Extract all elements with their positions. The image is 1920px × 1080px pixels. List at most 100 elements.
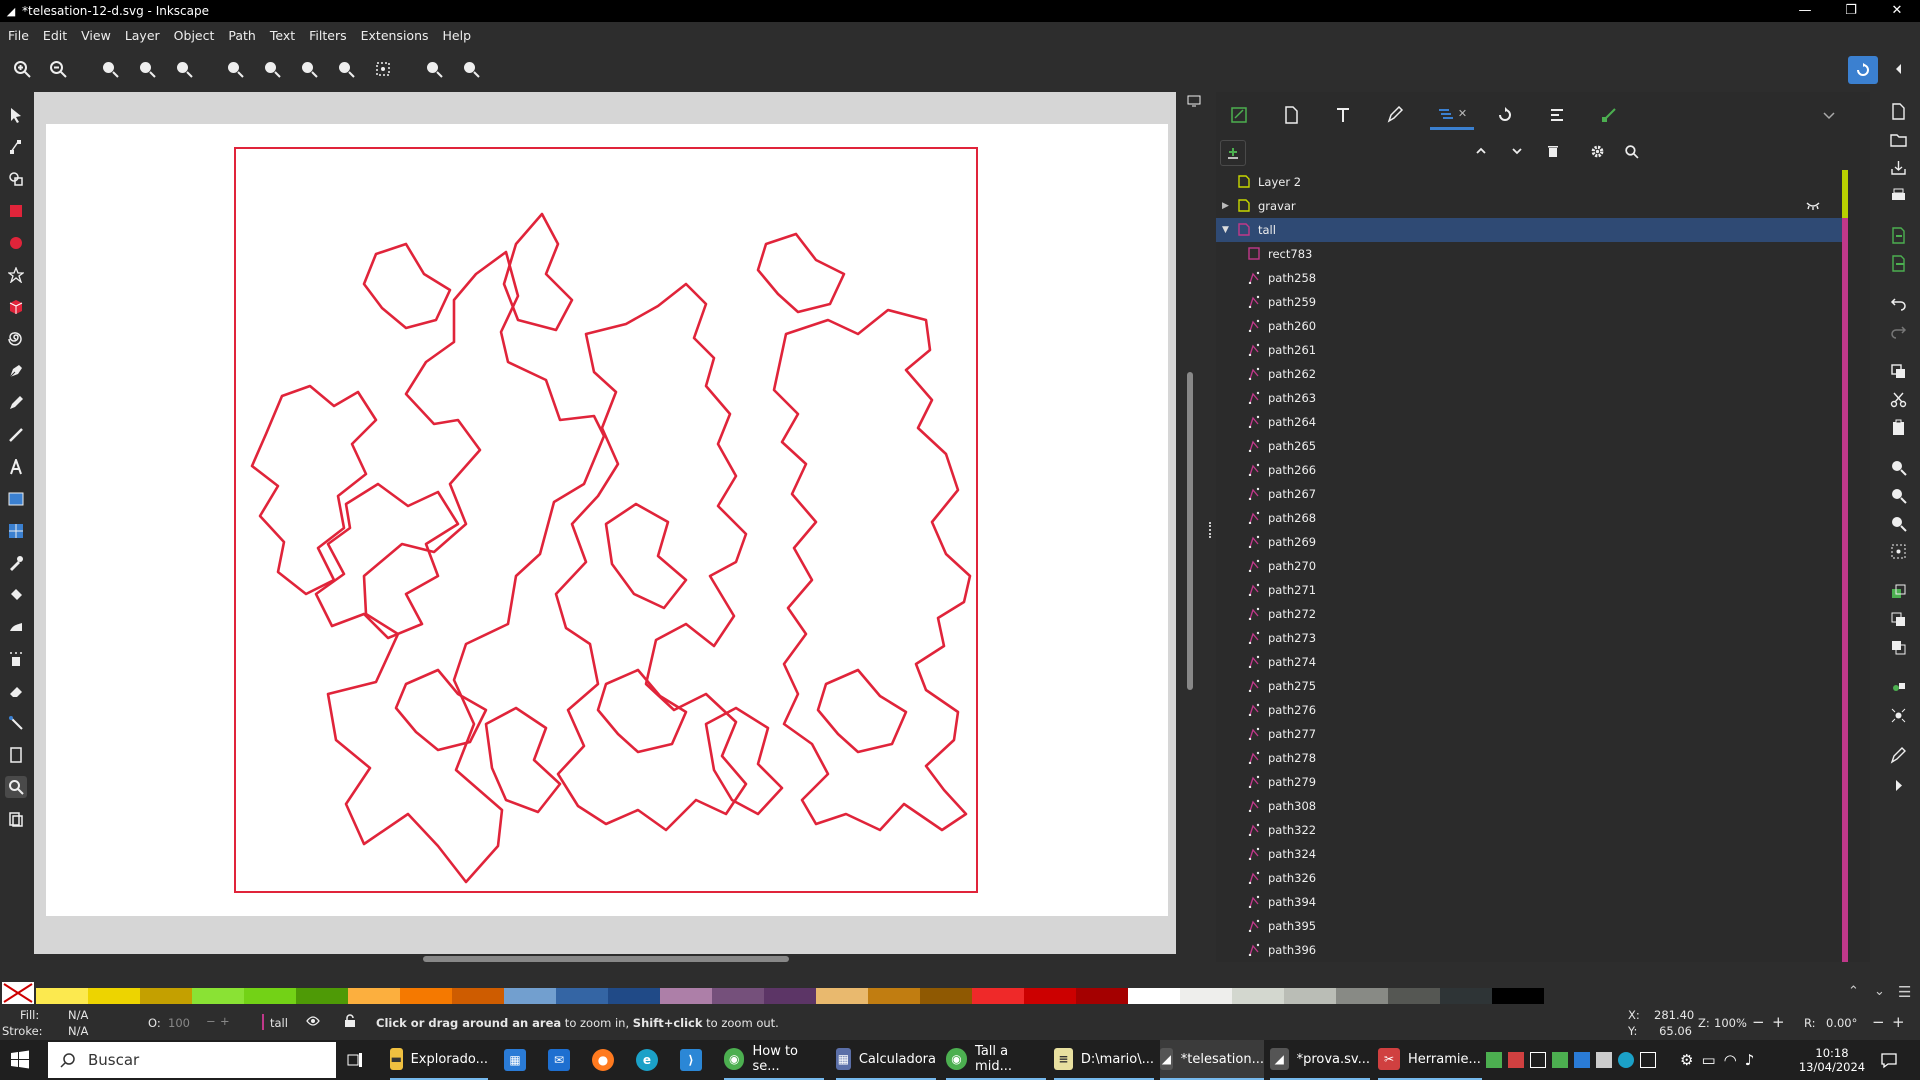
zoom-previous-icon[interactable]: [423, 58, 445, 80]
save-icon[interactable]: [1887, 156, 1909, 178]
print-icon[interactable]: [1887, 184, 1909, 206]
dropper-tool-icon[interactable]: [5, 552, 27, 574]
close-button[interactable]: ✕: [1874, 0, 1920, 22]
tab-layers-objects-icon[interactable]: ✕: [1430, 100, 1474, 130]
palette-swatch[interactable]: [400, 988, 452, 1004]
tray-system-icons[interactable]: ⚙ ▭ ◠ ♪: [1680, 1040, 1790, 1080]
gradient-tool-icon[interactable]: [5, 488, 27, 510]
vertical-scrollbar[interactable]: [1187, 372, 1193, 690]
palette-swatch[interactable]: [348, 988, 400, 1004]
object-row[interactable]: path270: [1216, 554, 1848, 578]
ungroup-icon[interactable]: [1887, 704, 1909, 726]
start-button[interactable]: [10, 1040, 40, 1080]
object-row[interactable]: path396: [1216, 938, 1848, 962]
zoom-tool-icon[interactable]: [5, 776, 27, 798]
object-row[interactable]: path273: [1216, 626, 1848, 650]
taskbar-app-herramienta[interactable]: ✂ Herramie...: [1378, 1040, 1482, 1080]
object-row[interactable]: path326: [1216, 866, 1848, 890]
object-row[interactable]: path279: [1216, 770, 1848, 794]
object-row[interactable]: path394: [1216, 890, 1848, 914]
snap-toggle-icon[interactable]: [1848, 56, 1878, 84]
group-icon[interactable]: [1887, 676, 1909, 698]
undo-icon[interactable]: [1887, 292, 1909, 314]
menu-filters[interactable]: Filters: [309, 28, 346, 43]
expand-commands-icon[interactable]: [1887, 774, 1909, 796]
connector-tool-icon[interactable]: [5, 712, 27, 734]
palette-swatch[interactable]: [1284, 988, 1336, 1004]
object-row[interactable]: path260: [1216, 314, 1848, 338]
palette-swatch[interactable]: [452, 988, 504, 1004]
tray-battery-icon[interactable]: ▭: [1701, 1051, 1715, 1069]
dock-menu-chevron-icon[interactable]: [1812, 100, 1846, 130]
tab-text-font-icon[interactable]: [1326, 100, 1360, 130]
redo-icon[interactable]: [1887, 320, 1909, 342]
3d-box-tool-icon[interactable]: [5, 296, 27, 318]
zoom-selection-cmd-icon[interactable]: [1887, 456, 1909, 478]
tray-volume-icon[interactable]: ♪: [1745, 1051, 1755, 1069]
taskbar-search-box[interactable]: Buscar: [48, 1042, 336, 1078]
zoom-page-width-icon[interactable]: [335, 58, 357, 80]
object-row[interactable]: path261: [1216, 338, 1848, 362]
object-row[interactable]: path259: [1216, 290, 1848, 314]
palette-swatch[interactable]: [1128, 988, 1180, 1004]
zoom-page-cmd-icon[interactable]: [1887, 512, 1909, 534]
tray-usb-icon[interactable]: [1596, 1052, 1612, 1068]
zoom-in-icon[interactable]: [11, 58, 33, 80]
palette-swatch[interactable]: [1388, 988, 1440, 1004]
duplicate-icon[interactable]: [1887, 580, 1909, 602]
import-icon[interactable]: [1887, 224, 1909, 246]
object-row[interactable]: path267: [1216, 482, 1848, 506]
object-row[interactable]: path266: [1216, 458, 1848, 482]
palette-swatch[interactable]: [140, 988, 192, 1004]
open-folder-icon[interactable]: [1887, 128, 1909, 150]
object-row[interactable]: path263: [1216, 386, 1848, 410]
selector-tool-icon[interactable]: [5, 104, 27, 126]
tray-network-app-icon[interactable]: [1574, 1052, 1590, 1068]
palette-swatch[interactable]: [36, 988, 88, 1004]
horizontal-scrollbar[interactable]: [423, 956, 789, 962]
layer-row-layer2[interactable]: Layer 2: [1216, 170, 1848, 194]
palette-swatch[interactable]: [660, 988, 712, 1004]
palette-swatch[interactable]: [712, 988, 764, 1004]
zoom-minus-icon[interactable]: −: [1752, 1013, 1765, 1031]
opacity-minus-icon[interactable]: −: [206, 1014, 216, 1028]
zoom-center-cmd-icon[interactable]: [1887, 540, 1909, 562]
palette-swatch[interactable]: [1440, 988, 1492, 1004]
pencil-tool-icon[interactable]: [5, 392, 27, 414]
palette-scroll-down-icon[interactable]: ⌄: [1874, 984, 1885, 999]
layer-visibility-eye-icon[interactable]: [306, 1015, 320, 1027]
dock-handle[interactable]: [1206, 92, 1216, 962]
current-layer-name[interactable]: tall: [270, 1016, 288, 1030]
menu-layer[interactable]: Layer: [125, 28, 160, 43]
copy-icon[interactable]: [1887, 360, 1909, 382]
shape-builder-tool-icon[interactable]: [5, 168, 27, 190]
collapse-arrow-icon[interactable]: ▼: [1222, 225, 1229, 235]
menu-help[interactable]: Help: [443, 28, 472, 43]
object-row[interactable]: path258: [1216, 266, 1848, 290]
palette-swatch[interactable]: [1180, 988, 1232, 1004]
layer-lock-icon[interactable]: [344, 1014, 356, 1028]
notifications-icon[interactable]: [1880, 1040, 1910, 1080]
export-icon[interactable]: [1887, 252, 1909, 274]
palette-swatch[interactable]: [608, 988, 660, 1004]
zoom-next-icon[interactable]: [460, 58, 482, 80]
zoom-center-page-icon[interactable]: [372, 58, 394, 80]
display-mode-icon[interactable]: [1187, 94, 1201, 108]
spray-tool-icon[interactable]: [5, 648, 27, 670]
stroke-value[interactable]: N/A: [68, 1024, 88, 1038]
rectangle-tool-icon[interactable]: [5, 200, 27, 222]
move-down-button[interactable]: [1506, 140, 1528, 162]
zoom-1-1-icon[interactable]: [99, 58, 121, 80]
tray-edge-icon[interactable]: [1618, 1052, 1634, 1068]
move-up-button[interactable]: [1470, 140, 1492, 162]
fill-value[interactable]: N/A: [68, 1008, 88, 1022]
taskbar-app-notepad[interactable]: ≡ D:\mario\...: [1054, 1040, 1154, 1080]
palette-swatch[interactable]: [192, 988, 244, 1004]
taskbar-app-chrome-howto[interactable]: ◉ How to se...: [724, 1040, 824, 1080]
menu-path[interactable]: Path: [228, 28, 255, 43]
pages-tool-icon[interactable]: [5, 744, 27, 766]
taskbar-firefox-icon[interactable]: ●: [592, 1040, 622, 1080]
taskbar-app-chrome-tall[interactable]: ◉ Tall a mid...: [946, 1040, 1046, 1080]
object-row[interactable]: path265: [1216, 434, 1848, 458]
palette-swatch[interactable]: [972, 988, 1024, 1004]
